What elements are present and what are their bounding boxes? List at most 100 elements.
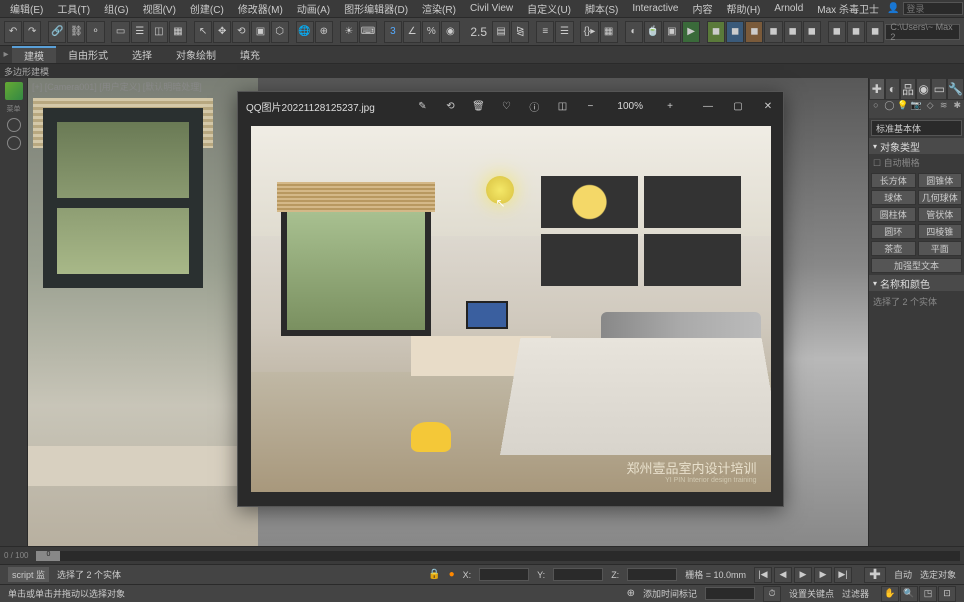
placement-button[interactable]: ⬡ <box>271 21 289 43</box>
menu-group[interactable]: 组(G) <box>98 0 134 17</box>
object-type-rollout[interactable]: 对象类型 <box>869 138 964 154</box>
tool-h[interactable]: ◼ <box>847 21 865 43</box>
lights-icon[interactable]: 💡 <box>896 100 910 118</box>
tool-d[interactable]: ◼ <box>764 21 782 43</box>
select-region-button[interactable]: ◫ <box>150 21 168 43</box>
viewport-label[interactable]: [+] [Camera001] [用户定义] [默认明暗处理] <box>32 80 202 93</box>
geosphere-button[interactable]: 几何球体 <box>918 190 963 205</box>
z-input[interactable] <box>627 568 677 581</box>
next-frame-button[interactable]: ▶ <box>814 567 832 583</box>
menu-create[interactable]: 创建(C) <box>184 0 230 17</box>
timeline-track[interactable]: 0 <box>36 551 960 561</box>
percent-snap-button[interactable]: % <box>422 21 440 43</box>
time-config-button[interactable]: ⏱ <box>763 586 781 602</box>
snap-button[interactable]: 3 <box>384 21 402 43</box>
pan-button[interactable]: ✋ <box>881 586 899 602</box>
auto-grid-checkbox[interactable]: ☐ 自动栅格 <box>869 154 964 171</box>
unlink-button[interactable]: ⛓ <box>67 21 85 43</box>
select-button[interactable]: ▭ <box>111 21 129 43</box>
left-tool-2[interactable] <box>7 136 21 150</box>
ribbon-expand-icon[interactable]: ▸ <box>0 49 12 60</box>
delete-icon[interactable]: 🗑 <box>471 99 485 113</box>
sphere-button[interactable]: 球体 <box>871 190 916 205</box>
x-input[interactable] <box>479 568 529 581</box>
menu-customize[interactable]: 自定义(U) <box>521 0 577 17</box>
menu-interactive[interactable]: Interactive <box>626 2 684 15</box>
menu-tools[interactable]: 工具(T) <box>51 0 96 17</box>
modify-tab[interactable]: ◐ <box>885 78 901 100</box>
tool-a[interactable]: ◼ <box>707 21 725 43</box>
lock-icon[interactable]: 🔒 <box>428 569 440 580</box>
space-warps-icon[interactable]: ≋ <box>937 100 951 118</box>
tool-c[interactable]: ◼ <box>745 21 763 43</box>
material-button[interactable]: ◐ <box>625 21 643 43</box>
motion-tab[interactable]: ◉ <box>916 78 932 100</box>
image-viewer-window[interactable]: QQ图片20221128125237.jpg ✎ ⟲ 🗑 ♡ ⓘ ◫ − 100… <box>237 91 784 507</box>
timeline[interactable]: 0 / 100 0 <box>0 546 964 564</box>
render-button[interactable]: ▶ <box>682 21 700 43</box>
select-object-button[interactable]: ↖ <box>194 21 212 43</box>
fov-button[interactable]: ◳ <box>919 586 937 602</box>
login-input[interactable] <box>903 2 963 15</box>
maxscript-label[interactable]: script 监 <box>8 567 49 582</box>
utilities-tab[interactable]: 🔧 <box>947 78 964 100</box>
tube-button[interactable]: 管状体 <box>918 207 963 222</box>
render-frame-button[interactable]: ▣ <box>663 21 681 43</box>
tool-b[interactable]: ◼ <box>726 21 744 43</box>
move-button[interactable]: ✥ <box>213 21 231 43</box>
geometry-icon[interactable]: ○ <box>869 100 883 118</box>
link-button[interactable]: 🔗 <box>48 21 66 43</box>
favorite-icon[interactable]: ♡ <box>499 99 513 113</box>
goto-start-button[interactable]: |◀ <box>754 567 772 583</box>
tool-e[interactable]: ◼ <box>784 21 802 43</box>
timeline-marker[interactable]: 0 <box>36 551 60 561</box>
tool-i[interactable]: ◼ <box>866 21 884 43</box>
select-name-button[interactable]: ☰ <box>131 21 149 43</box>
keyboard-button[interactable]: ⌨ <box>359 21 377 43</box>
compare-icon[interactable]: ◫ <box>555 99 569 113</box>
menu-arnold[interactable]: Arnold <box>768 2 809 15</box>
rotate-button[interactable]: ⟲ <box>232 21 250 43</box>
menu-edit[interactable]: 编辑(E) <box>4 0 49 17</box>
play-button[interactable]: ▶ <box>794 567 812 583</box>
bind-button[interactable]: ⚬ <box>86 21 104 43</box>
teapot-button[interactable]: 茶壶 <box>871 241 916 256</box>
isolate-icon[interactable]: ● <box>449 569 455 580</box>
cone-button[interactable]: 圆锥体 <box>918 173 963 188</box>
left-tool-1[interactable] <box>7 118 21 132</box>
goto-end-button[interactable]: ▶| <box>834 567 852 583</box>
prev-frame-button[interactable]: ◀ <box>774 567 792 583</box>
zoom-out-icon[interactable]: − <box>583 99 597 113</box>
menu-antivirus[interactable]: Max 杀毒卫士 <box>811 0 885 17</box>
menu-view[interactable]: 视图(V) <box>137 0 182 17</box>
cylinder-button[interactable]: 圆柱体 <box>871 207 916 222</box>
info-icon[interactable]: ⓘ <box>527 99 541 113</box>
edit-icon[interactable]: ✎ <box>415 99 429 113</box>
schematic-button[interactable]: ▦ <box>600 21 618 43</box>
primitive-dropdown[interactable]: 标准基本体 <box>871 120 962 136</box>
close-icon[interactable]: ✕ <box>761 99 775 113</box>
maximize-icon[interactable]: ▢ <box>731 99 745 113</box>
frame-input[interactable] <box>705 587 755 600</box>
zoom-in-icon[interactable]: + <box>663 99 677 113</box>
plane-button[interactable]: 平面 <box>918 241 963 256</box>
ribbon-tab-freeform[interactable]: 自由形式 <box>56 46 120 63</box>
render-setup-button[interactable]: 🍵 <box>644 21 662 43</box>
name-color-rollout[interactable]: 名称和颜色 <box>869 275 964 291</box>
tool-g[interactable]: ◼ <box>828 21 846 43</box>
pivot-button[interactable]: ⊕ <box>315 21 333 43</box>
key-filter-button[interactable]: 过滤器 <box>842 587 869 600</box>
menu-civil[interactable]: Civil View <box>464 2 519 15</box>
mirror-button[interactable]: ⧎ <box>511 21 529 43</box>
menu-render[interactable]: 渲染(R) <box>416 0 462 17</box>
manipulate-button[interactable]: ☀ <box>340 21 358 43</box>
y-input[interactable] <box>553 568 603 581</box>
box-button[interactable]: 长方体 <box>871 173 916 188</box>
window-crossing-button[interactable]: ▦ <box>169 21 187 43</box>
ribbon-tab-selection[interactable]: 选择 <box>120 46 164 63</box>
image-viewer-titlebar[interactable]: QQ图片20221128125237.jpg ✎ ⟲ 🗑 ♡ ⓘ ◫ − 100… <box>238 92 783 120</box>
refcoord-button[interactable]: 🌐 <box>296 21 314 43</box>
ribbon-tab-populate[interactable]: 填充 <box>228 46 272 63</box>
menu-animation[interactable]: 动画(A) <box>291 0 336 17</box>
ribbon-tab-modeling[interactable]: 建模 <box>12 46 56 63</box>
